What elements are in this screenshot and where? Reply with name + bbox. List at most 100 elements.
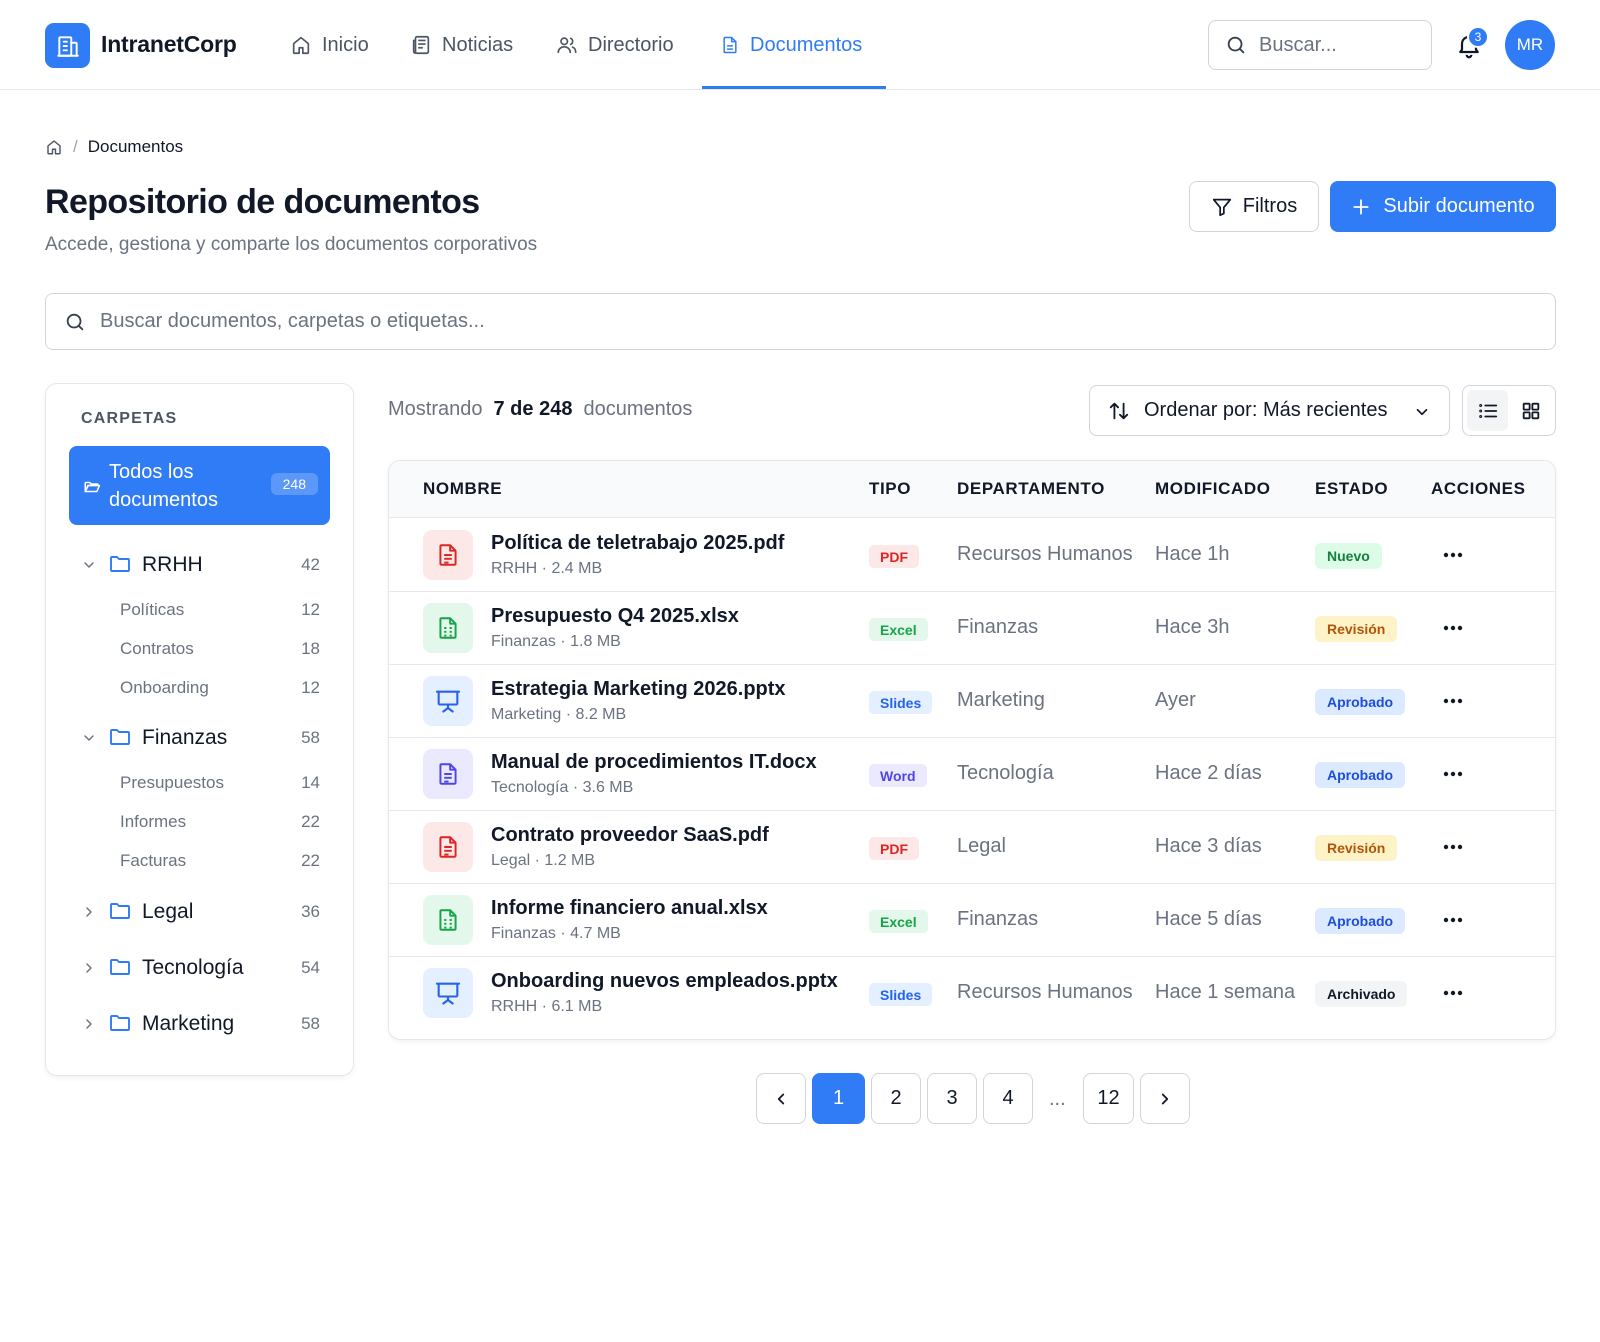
nav-label: Directorio (588, 33, 674, 56)
more-actions-icon[interactable] (1437, 541, 1469, 569)
subfolder-name: Presupuestos (120, 773, 224, 792)
folder-all-documents[interactable]: Todos los documentos 248 (69, 446, 330, 525)
subfolder-presupuestos[interactable]: Presupuestos 14 (46, 773, 355, 797)
chevron-left-icon (777, 1093, 785, 1104)
table-row[interactable]: Presupuesto Q4 2025.xlsx Finanzas · 1.8 … (389, 591, 1555, 665)
type-badge: Excel (869, 910, 928, 933)
column-header-departamento[interactable]: DEPARTAMENTO (957, 479, 1105, 499)
nav-noticias[interactable]: Noticias (410, 30, 513, 60)
document-name[interactable]: Estrategia Marketing 2026.pptx (491, 678, 786, 701)
department-cell: Marketing (957, 689, 1045, 711)
document-name[interactable]: Contrato proveedor SaaS.pdf (491, 824, 769, 847)
table-row[interactable]: Manual de procedimientos IT.docx Tecnolo… (389, 737, 1555, 811)
column-header-estado[interactable]: ESTADO (1315, 479, 1388, 499)
more-actions-icon[interactable] (1437, 833, 1469, 861)
subfolder-contratos[interactable]: Contratos 18 (46, 639, 355, 663)
more-actions-icon[interactable] (1437, 760, 1469, 788)
nav-documentos[interactable]: Documentos (720, 30, 862, 60)
document-meta: Legal · 1.2 MB (491, 852, 596, 869)
page-2-button[interactable]: 2 (871, 1073, 921, 1124)
subfolder-count: 22 (301, 851, 320, 870)
prev-page-button[interactable] (756, 1073, 806, 1124)
document-name[interactable]: Informe financiero anual.xlsx (491, 897, 768, 920)
next-page-button[interactable] (1140, 1073, 1190, 1124)
column-header-nombre[interactable]: NOMBRE (423, 479, 502, 499)
page-3-button[interactable]: 3 (927, 1073, 977, 1124)
active-tab-indicator (702, 86, 886, 89)
view-toggle (1462, 385, 1556, 436)
documents-search-input[interactable] (100, 310, 1500, 333)
folder-all-label: Todos los documentos (109, 461, 218, 511)
folder-finanzas[interactable]: Finanzas 58 (46, 722, 355, 754)
folders-heading: CARPETAS (81, 410, 178, 427)
document-name[interactable]: Manual de procedimientos IT.docx (491, 751, 817, 774)
results-prefix: Mostrando (388, 398, 483, 420)
folder-name: Finanzas (142, 726, 228, 749)
chevron-down-icon[interactable] (81, 557, 97, 573)
folder-open-icon (84, 481, 101, 493)
folder-legal[interactable]: Legal 36 (46, 896, 355, 928)
sort-dropdown[interactable]: Ordenar por: Más recientes (1089, 385, 1450, 436)
folder-name: Legal (142, 900, 194, 923)
filters-button[interactable]: Filtros (1189, 181, 1319, 232)
more-actions-icon[interactable] (1437, 906, 1469, 934)
breadcrumb-current: Documentos (87, 137, 184, 156)
nav-inicio[interactable]: Inicio (290, 30, 369, 60)
table-row[interactable]: Contrato proveedor SaaS.pdf Legal · 1.2 … (389, 810, 1555, 884)
global-search[interactable] (1208, 20, 1432, 70)
chevron-down-icon[interactable] (81, 730, 97, 746)
document-name[interactable]: Política de teletrabajo 2025.pdf (491, 532, 784, 555)
document-name[interactable]: Presupuesto Q4 2025.xlsx (491, 605, 739, 628)
column-header-tipo[interactable]: TIPO (869, 479, 911, 499)
user-avatar[interactable]: MR (1505, 20, 1555, 70)
page-4-button[interactable]: 4 (983, 1073, 1033, 1124)
table-row[interactable]: Informe financiero anual.xlsx Finanzas ·… (389, 883, 1555, 957)
type-badge: PDF (869, 545, 919, 568)
type-badge: Excel (869, 618, 928, 641)
grid-view-button[interactable] (1510, 390, 1551, 431)
sort-label: Ordenar por: Más recientes (1144, 399, 1388, 421)
type-badge: Word (869, 764, 927, 787)
subfolder-onboarding[interactable]: Onboarding 12 (46, 678, 355, 702)
spreadsheet-icon (423, 895, 473, 945)
home-icon[interactable] (45, 138, 63, 156)
page-12-button[interactable]: 12 (1083, 1073, 1134, 1124)
department-cell: Tecnología (957, 762, 1054, 784)
more-actions-icon[interactable] (1437, 979, 1469, 1007)
folder-rrhh[interactable]: RRHH 42 (46, 549, 355, 581)
documents-search[interactable] (45, 293, 1556, 350)
subfolder-politicas[interactable]: Políticas 12 (46, 600, 355, 624)
nav-directorio[interactable]: Directorio (556, 30, 674, 60)
subfolder-informes[interactable]: Informes 22 (46, 812, 355, 836)
app-name[interactable]: IntranetCorp (101, 31, 237, 58)
subfolder-name: Contratos (120, 639, 194, 658)
building-logo-icon[interactable] (45, 23, 90, 68)
folder-tecnologia[interactable]: Tecnología 54 (46, 952, 355, 984)
more-actions-icon[interactable] (1437, 687, 1469, 715)
more-actions-icon[interactable] (1437, 614, 1469, 642)
subfolder-name: Facturas (120, 851, 187, 870)
document-name[interactable]: Onboarding nuevos empleados.pptx (491, 970, 838, 993)
results-summary: Mostrando 7 de 248 documentos (388, 398, 692, 421)
document-meta: Marketing · 8.2 MB (491, 706, 627, 723)
subfolder-facturas[interactable]: Facturas 22 (46, 851, 355, 875)
type-badge: Slides (869, 691, 933, 714)
folder-count: 54 (301, 958, 320, 977)
modified-cell: Ayer (1155, 689, 1196, 711)
chevron-right-icon[interactable] (81, 1016, 97, 1032)
home-icon (292, 36, 310, 55)
table-row[interactable]: Onboarding nuevos empleados.pptx RRHH · … (389, 956, 1555, 1030)
folder-marketing[interactable]: Marketing 58 (46, 1008, 355, 1040)
global-search-input[interactable] (1259, 33, 1409, 57)
folder-icon (110, 729, 130, 745)
column-header-modificado[interactable]: MODIFICADO (1155, 479, 1271, 499)
sort-arrows-icon (1109, 402, 1129, 419)
chevron-right-icon[interactable] (81, 960, 97, 976)
table-row[interactable]: Política de teletrabajo 2025.pdf RRHH · … (389, 518, 1555, 592)
page-1-button[interactable]: 1 (812, 1073, 865, 1124)
upload-document-button[interactable]: Subir documento (1330, 181, 1556, 232)
chevron-right-icon (1161, 1093, 1169, 1104)
table-row[interactable]: Estrategia Marketing 2026.pptx Marketing… (389, 664, 1555, 738)
list-view-button[interactable] (1467, 390, 1508, 431)
chevron-right-icon[interactable] (81, 904, 97, 920)
